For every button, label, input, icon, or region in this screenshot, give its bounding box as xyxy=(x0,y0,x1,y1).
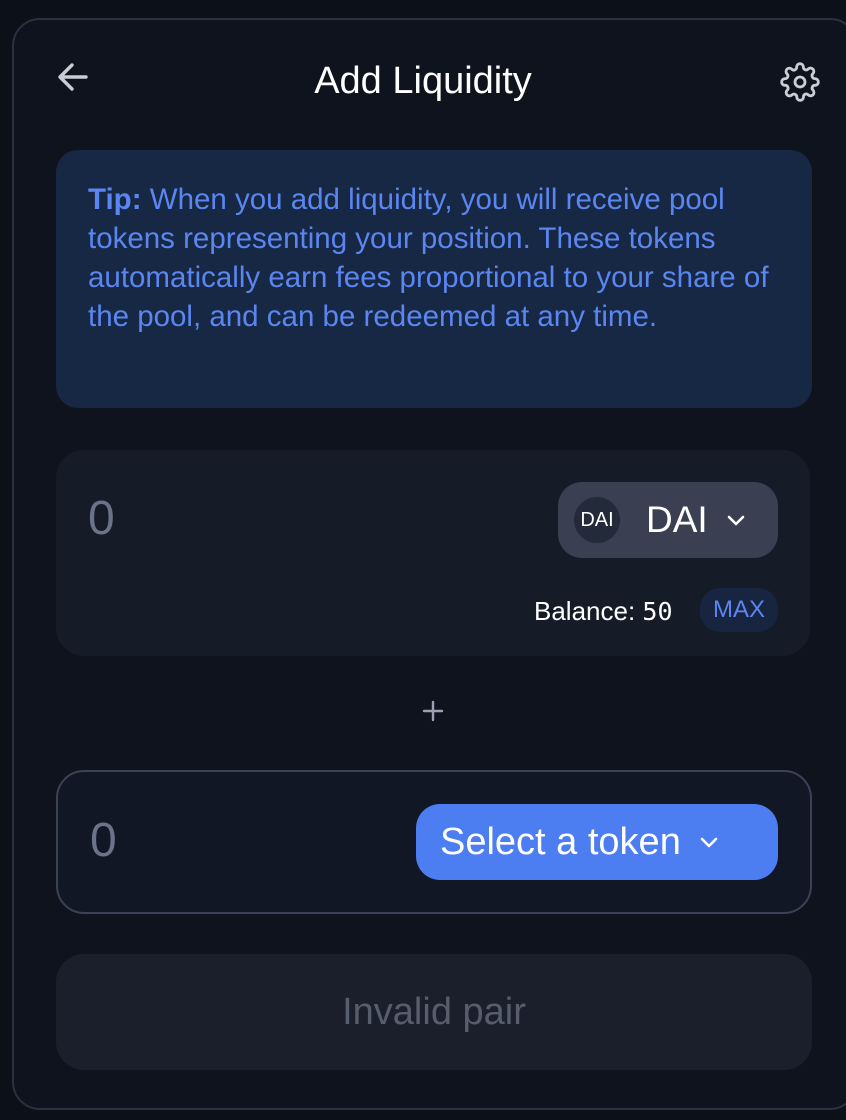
tip-label: Tip: xyxy=(88,183,142,216)
settings-button[interactable] xyxy=(778,60,822,104)
select-token-label: Select a token xyxy=(440,820,681,863)
token-a-select-button[interactable]: DAI DAI xyxy=(558,482,778,558)
max-button[interactable]: MAX xyxy=(700,588,778,632)
chevron-down-icon xyxy=(724,508,748,532)
chevron-down-icon xyxy=(697,830,721,854)
add-liquidity-card: Add Liquidity Tip: When you add liquidit… xyxy=(12,18,846,1110)
token-a-panel: DAI DAI Balance: 50 MAX xyxy=(56,450,810,656)
balance-label: Balance: xyxy=(534,596,643,626)
plus-icon xyxy=(418,696,448,726)
token-b-panel: Select a token xyxy=(56,770,812,914)
tip-box: Tip: When you add liquidity, you will re… xyxy=(56,150,812,408)
token-a-symbol: DAI xyxy=(646,499,708,540)
page-title: Add Liquidity xyxy=(314,60,532,102)
invalid-pair-button[interactable]: Invalid pair xyxy=(56,954,812,1070)
token-b-amount-input[interactable] xyxy=(90,812,390,868)
token-a-balance: Balance: 50 xyxy=(534,594,673,629)
gear-icon xyxy=(780,62,820,102)
select-token-button[interactable]: Select a token xyxy=(416,804,778,880)
balance-value: 50 xyxy=(642,597,673,626)
tip-text: When you add liquidity, you will receive… xyxy=(88,183,769,333)
token-a-amount-input[interactable] xyxy=(88,490,388,546)
dai-token-logo: DAI xyxy=(574,497,620,543)
